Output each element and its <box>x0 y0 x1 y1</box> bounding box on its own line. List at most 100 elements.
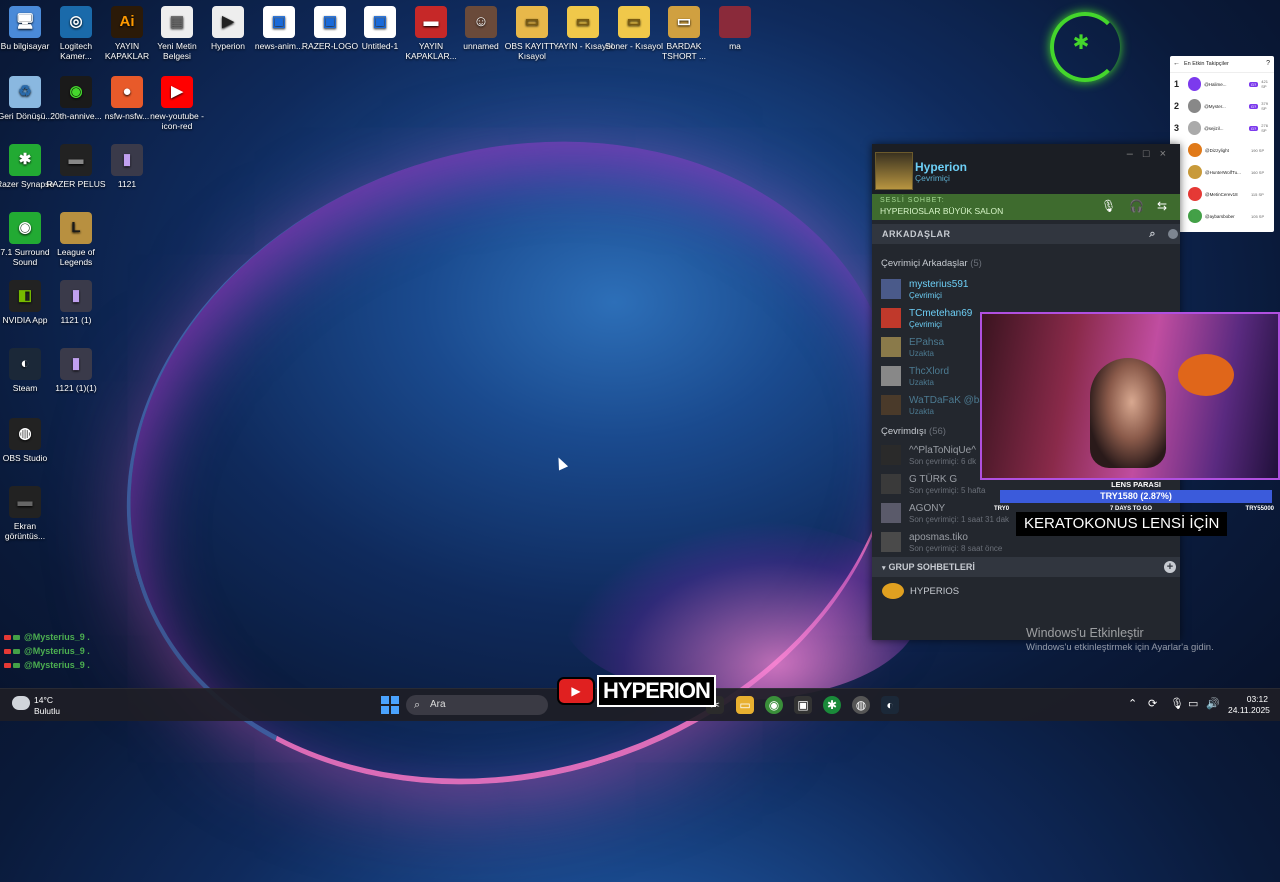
sync-icon[interactable]: ⟳ <box>1148 697 1157 710</box>
desktop-icon-image: ☺ <box>465 6 497 38</box>
back-arrow-icon[interactable]: ← <box>1173 56 1180 72</box>
razer-synapse-icon[interactable]: ✱ <box>823 696 841 714</box>
follower-rank: 3 <box>1174 123 1180 133</box>
desktop-icon-image: ◎ <box>60 6 92 38</box>
obs-icon[interactable]: ◍ <box>852 696 870 714</box>
desktop-icon-image: ▮ <box>60 348 92 380</box>
desktop-icon[interactable]: ma <box>704 6 766 51</box>
follower-name: @Myster... <box>1204 103 1226 109</box>
follower-avatar <box>1188 187 1202 201</box>
microphone-icon[interactable]: 🎙 <box>1101 199 1116 213</box>
help-icon[interactable]: ? <box>1266 56 1270 72</box>
system-clock[interactable]: 03:12 24.11.2025 <box>1228 694 1270 716</box>
follower-row[interactable]: 4@Dizzylight190 SP <box>1170 139 1274 161</box>
friend-name: aposmas.tiko <box>909 532 968 543</box>
steam-icon[interactable]: ◐ <box>881 696 899 714</box>
desktop-icon-image: ▭ <box>618 6 650 38</box>
lens-goal-bar: TRY1580 (2.87%) <box>1000 490 1272 503</box>
network-icon[interactable]: ▭ <box>1188 697 1198 710</box>
desktop-icon[interactable]: ◍ OBS Studio <box>0 418 56 463</box>
follower-badge: G? <box>1248 103 1259 109</box>
taskbar-search[interactable]: ⌕ Ara <box>406 695 548 715</box>
webcam-overlay <box>980 312 1280 480</box>
follower-row[interactable]: 2 @Myster... G? 379 SP <box>1170 95 1274 117</box>
chevron-up-icon[interactable]: ⌃ <box>1128 697 1137 710</box>
youtube-play-icon: ▶ <box>557 677 595 705</box>
pumpkin-decoration <box>1178 354 1234 396</box>
file-explorer-icon[interactable]: ▭ <box>736 696 754 714</box>
desktop-icon-label: 1121 (1)(1) <box>55 383 97 393</box>
maximize-icon[interactable]: □ <box>1143 148 1160 160</box>
search-icon[interactable]: ⌕ <box>1149 224 1156 244</box>
desktop-icon[interactable]: ▮ 1121 (1) <box>45 280 107 325</box>
app-icon[interactable]: ▣ <box>794 696 812 714</box>
desktop-icon[interactable]: L League of Legends <box>45 212 107 267</box>
friend-status: Uzakta <box>909 378 934 387</box>
group-header-text: GRUP SOHBETLERİ <box>888 562 975 572</box>
desktop-icon-label: new-youtube -icon-red <box>150 111 204 131</box>
follower-row[interactable]: 1 @Halime... G? 421 SP <box>1170 73 1274 95</box>
desktop-icon-image <box>719 6 751 38</box>
chat-badge-icon <box>13 662 20 668</box>
minimize-icon[interactable]: – <box>1127 148 1143 160</box>
voice-chat-bar[interactable]: SESLİ SOHBET: HYPERIOSLAR BÜYÜK SALON 🎙 … <box>872 194 1180 220</box>
friend-row[interactable]: mysterius591 Çevrimiçi <box>872 275 1180 304</box>
desktop-icon[interactable]: ▬ Ekran görüntüs... <box>0 486 56 541</box>
volume-icon[interactable]: 🔊 <box>1206 697 1220 710</box>
desktop-icon-image: ◉ <box>9 212 41 244</box>
follower-badge: G? <box>1248 81 1259 87</box>
follower-rank: 1 <box>1174 79 1180 89</box>
follower-row[interactable]: 5@HunterWolfTu...160 SP <box>1170 161 1274 183</box>
close-icon[interactable]: × <box>1160 148 1176 160</box>
top-followers-panel: ← En Etkin Takipçiler ? 1 @Halime... G? 421… <box>1170 56 1274 232</box>
user-avatar[interactable] <box>875 152 913 190</box>
start-button[interactable] <box>381 696 399 714</box>
follower-points: 160 SP <box>1251 169 1265 175</box>
friends-bar: ARKADAŞLAR ⌕ <box>872 224 1180 244</box>
add-friend-icon[interactable] <box>1168 229 1178 239</box>
chat-line: @Mysterius_9 . <box>4 644 90 658</box>
headphones-icon[interactable]: 🎧 <box>1129 199 1144 213</box>
cloud-icon <box>12 696 30 710</box>
chrome-icon[interactable]: ◉ <box>765 696 783 714</box>
desktop-icon-image: ▣ <box>364 6 396 38</box>
group-chats-header[interactable]: ▾ GRUP SOHBETLERİ + <box>872 557 1180 577</box>
chat-message: @Mysterius_9 . <box>24 660 90 670</box>
microphone-icon[interactable]: 🎙 <box>1170 697 1184 710</box>
offline-count: (56) <box>929 426 946 437</box>
add-group-icon[interactable]: + <box>1164 561 1176 573</box>
desktop-icon-image: ▭ <box>516 6 548 38</box>
friend-avatar <box>881 279 901 299</box>
follower-row[interactable]: 6@MetinCerev18115 SP <box>1170 183 1274 205</box>
group-item[interactable]: HYPERIOS <box>872 577 1180 605</box>
friend-avatar <box>881 532 901 552</box>
desktop-icon-image: ▶ <box>212 6 244 38</box>
follower-points: 115 SP <box>1251 191 1264 197</box>
desktop-icon-image: ▬ <box>60 144 92 176</box>
online-section-title[interactable]: Çevrimiçi Arkadaşlar (5) <box>872 258 1180 269</box>
activation-title: Windows'u Etkinleştir <box>1026 626 1144 640</box>
clock-time: 03:12 <box>1246 694 1268 704</box>
window-controls: –□× <box>1127 148 1176 160</box>
disconnect-icon[interactable]: ⇆ <box>1157 199 1167 213</box>
desktop-icon-image: ◧ <box>9 280 41 312</box>
desktop-icon-label: ma <box>729 41 741 51</box>
desktop-icon-image: ◉ <box>60 76 92 108</box>
follower-row[interactable]: 7@aybarsbober105 SP <box>1170 205 1274 227</box>
desktop-icon-image: ▭ <box>567 6 599 38</box>
friend-name: ^^PlaToNiqUe^ <box>909 445 976 456</box>
desktop-icon-image: ▤ <box>161 6 193 38</box>
follower-avatar <box>1187 99 1202 113</box>
steam-header: Hyperion Çevrimiçi –□× <box>872 144 1180 194</box>
follower-row[interactable]: 3 @sejizil... G? 276 SP <box>1170 117 1274 139</box>
user-name[interactable]: Hyperion <box>915 160 967 174</box>
friend-name: ThcXlord <box>909 366 950 377</box>
user-status[interactable]: Çevrimiçi <box>915 173 950 183</box>
desktop-icon-image: ▣ <box>314 6 346 38</box>
desktop-icon-label: OBS Studio <box>2 453 48 463</box>
desktop-icon[interactable]: ▶ new-youtube -icon-red <box>146 76 208 131</box>
wallpaper-arc <box>42 44 982 882</box>
desktop-icon-label: 1121 (1) <box>60 315 92 325</box>
desktop-icon[interactable]: ▮ 1121 (1)(1) <box>45 348 107 393</box>
desktop-icon[interactable]: ▮ 1121 <box>96 144 158 189</box>
